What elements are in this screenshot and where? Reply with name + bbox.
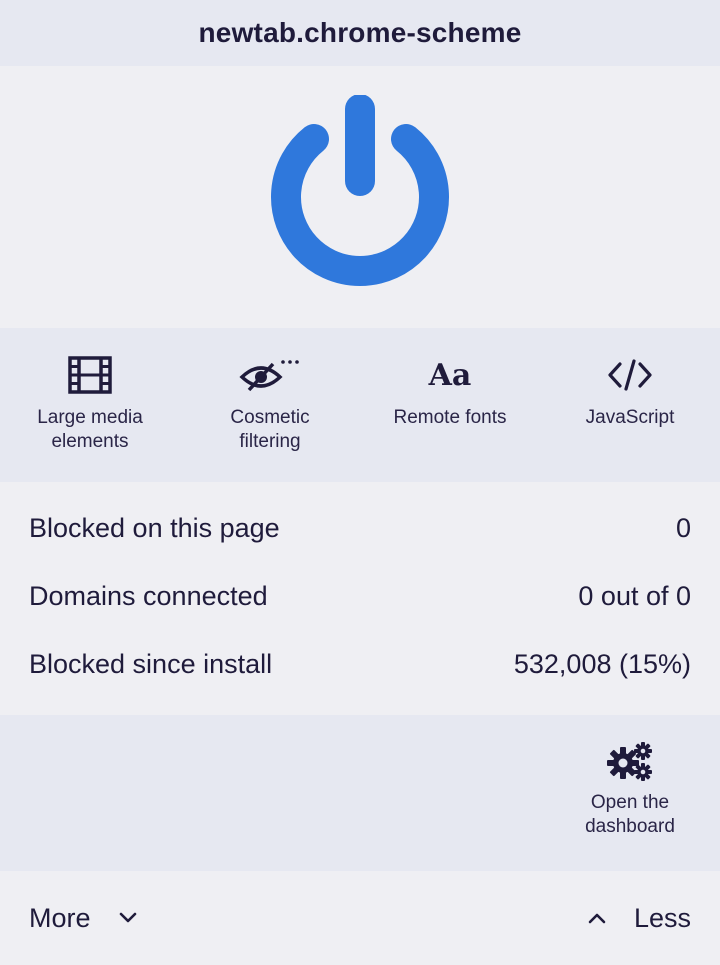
large-media-toggle[interactable]: Large media elements — [0, 328, 180, 482]
power-area — [0, 66, 720, 328]
power-icon[interactable] — [270, 95, 450, 295]
large-media-label: Large media elements — [37, 407, 143, 452]
gears-icon — [607, 742, 652, 781]
stat-row-blocked-page: Blocked on this page 0 — [0, 494, 720, 562]
javascript-label: JavaScript — [585, 407, 675, 428]
remote-fonts-toggle[interactable]: Aa Remote fonts — [360, 328, 540, 482]
cosmetic-filtering-toggle[interactable]: Cosmetic filtering — [180, 328, 360, 482]
stat-label: Blocked since install — [29, 648, 273, 679]
remote-fonts-label: Remote fonts — [393, 407, 507, 428]
more-button[interactable]: More — [29, 903, 137, 934]
stat-row-blocked-install: Blocked since install 532,008 (15%) — [0, 630, 720, 698]
font-glyph: Aa — [428, 357, 472, 393]
stat-label: Blocked on this page — [29, 512, 280, 543]
film-icon — [68, 354, 112, 396]
javascript-toggle[interactable]: JavaScript — [540, 328, 720, 482]
font-icon: Aa — [429, 354, 472, 396]
site-hostname-header: newtab.chrome-scheme — [0, 0, 720, 66]
code-icon — [608, 354, 652, 396]
per-site-switches: Large media elements Cosmetic filtering … — [0, 328, 720, 482]
stat-value: 532,008 (15%) — [513, 648, 691, 679]
more-label: More — [29, 902, 91, 933]
chevron-up-icon — [588, 913, 606, 924]
stat-label: Domains connected — [29, 580, 268, 611]
dashboard-label: Open the dashboard — [585, 792, 675, 837]
less-button[interactable]: Less — [588, 903, 691, 934]
footer: More Less — [0, 871, 720, 965]
less-label: Less — [633, 902, 691, 933]
hostname: newtab.chrome-scheme — [198, 17, 522, 48]
stat-row-domains: Domains connected 0 out of 0 — [0, 562, 720, 630]
open-dashboard-button[interactable]: Open the dashboard — [570, 741, 690, 839]
stat-value: 0 out of 0 — [578, 580, 691, 611]
stats-panel: Blocked on this page 0 Domains connected… — [0, 482, 720, 715]
eye-slash-icon — [239, 354, 301, 396]
chevron-down-icon — [119, 912, 136, 923]
stat-value: 0 — [675, 512, 691, 543]
actions-panel: Open the dashboard — [0, 715, 720, 871]
cosmetic-filtering-label: Cosmetic filtering — [230, 407, 310, 452]
